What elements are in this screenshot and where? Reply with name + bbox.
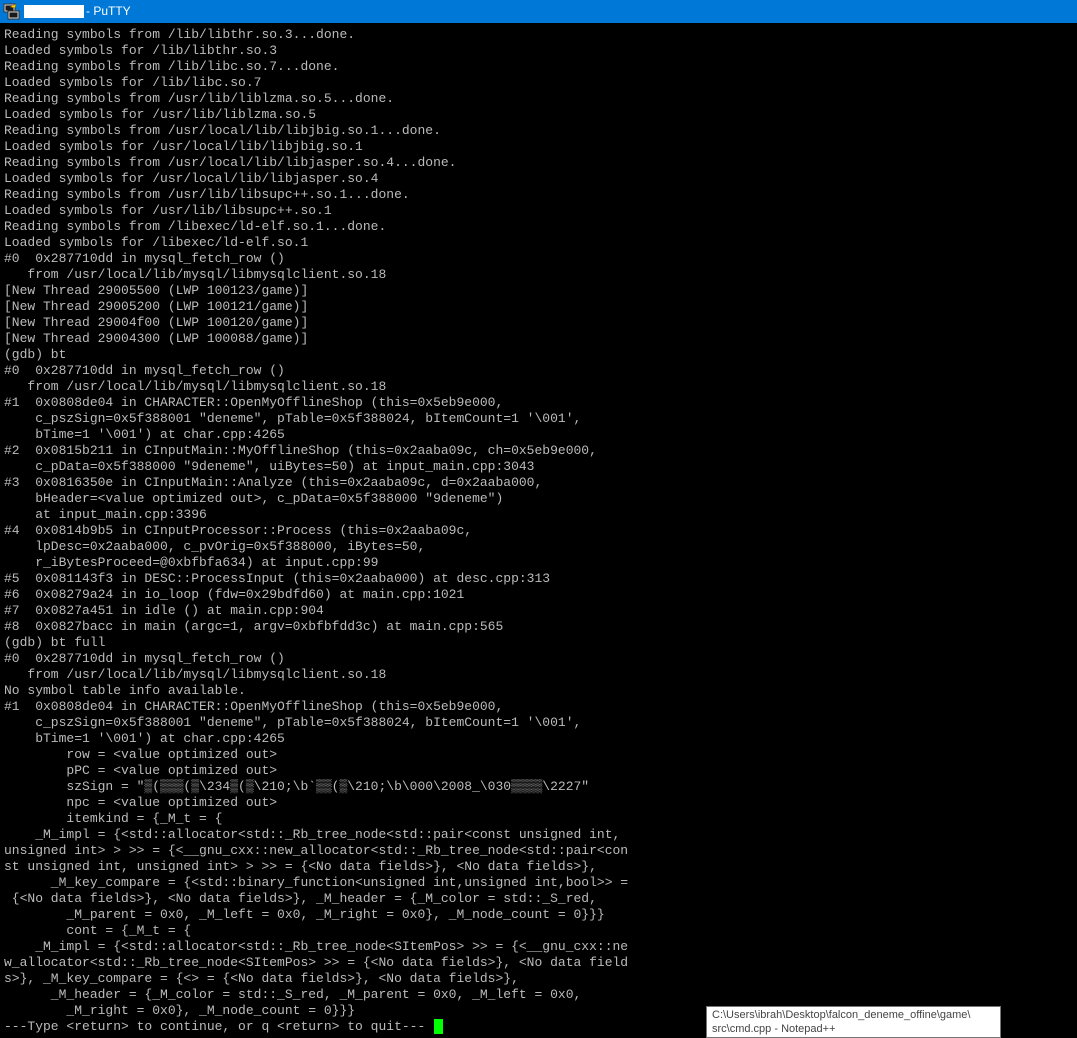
terminal-line: Loaded symbols for /usr/local/lib/libjas…	[4, 171, 379, 186]
terminal-line: (gdb) bt full	[4, 635, 106, 650]
terminal-line: row = <value optimized out>	[4, 747, 278, 762]
terminal-line: Reading symbols from /usr/local/lib/libj…	[4, 123, 441, 138]
terminal-line: c_pData=0x5f388000 "9deneme", uiBytes=50…	[4, 459, 535, 474]
terminal-line: c_pszSign=0x5f388001 "deneme", pTable=0x…	[4, 715, 582, 730]
terminal-line: #0 0x287710dd in mysql_fetch_row ()	[4, 363, 285, 378]
terminal-line: Reading symbols from /libexec/ld-elf.so.…	[4, 219, 387, 234]
putty-app-icon[interactable]	[3, 3, 20, 20]
terminal-line: _M_header = {_M_color = std::_S_red, _M_…	[4, 987, 582, 1002]
terminal-line: bTime=1 '\001') at char.cpp:4265	[4, 731, 285, 746]
terminal-line: _M_impl = {<std::allocator<std::_Rb_tree…	[4, 827, 621, 842]
terminal-output[interactable]: Reading symbols from /lib/libthr.so.3...…	[0, 23, 1077, 1038]
terminal-line: Loaded symbols for /lib/libthr.so.3	[4, 43, 278, 58]
terminal-line: w_allocator<std::_Rb_tree_node<SItemPos>…	[4, 955, 629, 970]
terminal-line: #1 0x0808de04 in CHARACTER::OpenMyOfflin…	[4, 395, 504, 410]
terminal-line: #1 0x0808de04 in CHARACTER::OpenMyOfflin…	[4, 699, 504, 714]
terminal-line: #3 0x0816350e in CInputMain::Analyze (th…	[4, 475, 543, 490]
tooltip-line-1: C:\Users\ibrah\Desktop\falcon_deneme_off…	[712, 1009, 971, 1021]
terminal-line: #6 0x08279a24 in io_loop (fdw=0x29bdfd60…	[4, 587, 465, 602]
putty-window: - PuTTY Reading symbols from /lib/libthr…	[0, 0, 1077, 1038]
terminal-line: pPC = <value optimized out>	[4, 763, 278, 778]
terminal-line: [New Thread 29005500 (LWP 100123/game)]	[4, 283, 309, 298]
redacted-hostname	[24, 5, 84, 18]
terminal-line: unsigned int> > >> = {<__gnu_cxx::new_al…	[4, 843, 629, 858]
terminal-line: _M_key_compare = {<std::binary_function<…	[4, 875, 629, 890]
terminal-line: itemkind = {_M_t = {	[4, 811, 223, 826]
taskbar-tooltip: C:\Users\ibrah\Desktop\falcon_deneme_off…	[706, 1006, 1001, 1038]
terminal-line: [New Thread 29005200 (LWP 100121/game)]	[4, 299, 309, 314]
terminal-line: _M_right = 0x0}, _M_node_count = 0}}}	[4, 1003, 356, 1018]
terminal-line: [New Thread 29004f00 (LWP 100120/game)]	[4, 315, 309, 330]
terminal-line: bTime=1 '\001') at char.cpp:4265	[4, 427, 285, 442]
terminal-line: Loaded symbols for /lib/libc.so.7	[4, 75, 262, 90]
terminal-line: #8 0x0827bacc in main (argc=1, argv=0xbf…	[4, 619, 504, 634]
terminal-line: st unsigned int, unsigned int> > >> = {<…	[4, 859, 597, 874]
window-title: - PuTTY	[86, 4, 131, 18]
terminal-line: npc = <value optimized out>	[4, 795, 278, 810]
terminal-line: from /usr/local/lib/mysql/libmysqlclient…	[4, 267, 387, 282]
terminal-line: #7 0x0827a451 in idle () at main.cpp:904	[4, 603, 324, 618]
terminal-line: szSign = "▒(▒▒▒(▒\234▒(▒\210;\b`▒▒(▒\210…	[4, 779, 590, 794]
terminal-prompt-line: ---Type <return> to continue, or q <retu…	[4, 1019, 426, 1034]
terminal-line: #4 0x0814b9b5 in CInputProcessor::Proces…	[4, 523, 473, 538]
terminal-line: cont = {_M_t = {	[4, 923, 192, 938]
terminal-line: Reading symbols from /lib/libthr.so.3...…	[4, 27, 356, 42]
terminal-line: #0 0x287710dd in mysql_fetch_row ()	[4, 251, 285, 266]
terminal-line: bHeader=<value optimized out>, c_pData=0…	[4, 491, 504, 506]
tooltip-line-2: src\cmd.cpp - Notepad++	[712, 1023, 836, 1035]
terminal-line: (gdb) bt	[4, 347, 67, 362]
terminal-line: No symbol table info available.	[4, 683, 246, 698]
terminal-cursor	[434, 1019, 443, 1034]
terminal-line: r_iBytesProceed=@0xbfbfa634) at input.cp…	[4, 555, 379, 570]
terminal-line: _M_parent = 0x0, _M_left = 0x0, _M_right…	[4, 907, 605, 922]
terminal-line: [New Thread 29004300 (LWP 100088/game)]	[4, 331, 309, 346]
terminal-line: #5 0x081143f3 in DESC::ProcessInput (thi…	[4, 571, 551, 586]
terminal-line: c_pszSign=0x5f388001 "deneme", pTable=0x…	[4, 411, 582, 426]
terminal-line: Reading symbols from /usr/lib/libsupc++.…	[4, 187, 410, 202]
terminal-line: Reading symbols from /usr/local/lib/libj…	[4, 155, 457, 170]
terminal-line: Reading symbols from /usr/lib/liblzma.so…	[4, 91, 395, 106]
terminal-line: _M_impl = {<std::allocator<std::_Rb_tree…	[4, 939, 629, 954]
terminal-line: #0 0x287710dd in mysql_fetch_row ()	[4, 651, 285, 666]
terminal-line: Reading symbols from /lib/libc.so.7...do…	[4, 59, 340, 74]
terminal-line: at input_main.cpp:3396	[4, 507, 207, 522]
terminal-line: from /usr/local/lib/mysql/libmysqlclient…	[4, 667, 387, 682]
title-bar[interactable]: - PuTTY	[0, 0, 1077, 23]
terminal-line: lpDesc=0x2aaba000, c_pvOrig=0x5f388000, …	[4, 539, 426, 554]
terminal-line: Loaded symbols for /usr/lib/liblzma.so.5	[4, 107, 317, 122]
terminal-line: Loaded symbols for /usr/local/lib/libjbi…	[4, 139, 363, 154]
terminal-line: s>}, _M_key_compare = {<> = {<No data fi…	[4, 971, 519, 986]
terminal-line: #2 0x0815b211 in CInputMain::MyOfflineSh…	[4, 443, 597, 458]
terminal-line: Loaded symbols for /libexec/ld-elf.so.1	[4, 235, 309, 250]
terminal-line: Loaded symbols for /usr/lib/libsupc++.so…	[4, 203, 332, 218]
terminal-line: {<No data fields>}, <No data fields>}, _…	[4, 891, 597, 906]
terminal-line: from /usr/local/lib/mysql/libmysqlclient…	[4, 379, 387, 394]
